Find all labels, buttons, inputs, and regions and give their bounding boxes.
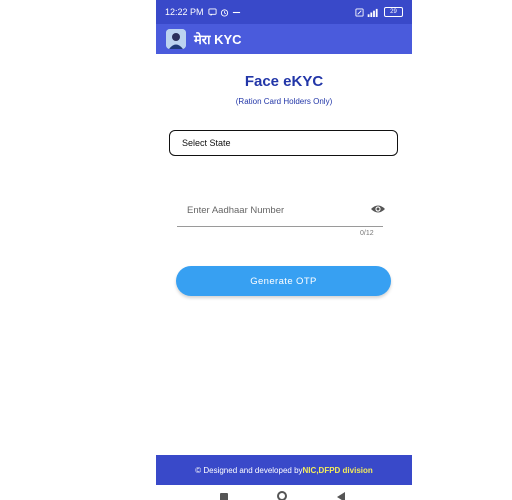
battery-icon: 29 [384, 7, 403, 17]
home-icon[interactable] [277, 491, 287, 500]
page-subtitle: (Ration Card Holders Only) [235, 97, 333, 106]
back-icon[interactable] [337, 492, 345, 500]
sim-icon [355, 7, 364, 17]
status-bar: 12:22 PM 29 [156, 0, 412, 24]
alarm-icon [220, 8, 228, 17]
main-content: Face eKYC (Ration Card Holders Only) Sel… [156, 54, 412, 455]
signal-icon [367, 8, 378, 17]
phone-screen: 12:22 PM 29 मेरा KYC Face eKYC (Ration C… [156, 0, 412, 500]
person-avatar-icon [166, 29, 186, 49]
generate-otp-button[interactable]: Generate OTP [176, 266, 391, 296]
app-logo [166, 29, 186, 49]
recent-apps-icon[interactable] [220, 493, 228, 500]
state-select-value: Select State [182, 138, 231, 148]
nav-bar [156, 485, 412, 500]
status-left-icons [207, 7, 241, 17]
status-right-icons: 29 [355, 7, 403, 17]
footer-prefix: © Designed and developed by [195, 465, 303, 475]
status-time: 12:22 PM [165, 7, 204, 17]
aadhaar-placeholder: Enter Aadhaar Number [187, 205, 285, 216]
page-title: Face eKYC [244, 73, 324, 90]
app-bar: मेरा KYC [156, 24, 412, 54]
message-icon [207, 7, 217, 16]
footer: © Designed and developed by NIC, DFPD di… [156, 455, 412, 485]
aadhaar-input[interactable]: Enter Aadhaar Number [177, 194, 386, 227]
state-select[interactable]: Select State [169, 130, 398, 156]
footer-division: DFPD division [318, 465, 373, 475]
minus-icon [232, 11, 240, 13]
footer-org: NIC [302, 465, 317, 475]
eye-icon[interactable] [370, 203, 386, 215]
aadhaar-char-counter: 0/12 [360, 230, 374, 237]
app-title: मेरा KYC [194, 32, 242, 47]
